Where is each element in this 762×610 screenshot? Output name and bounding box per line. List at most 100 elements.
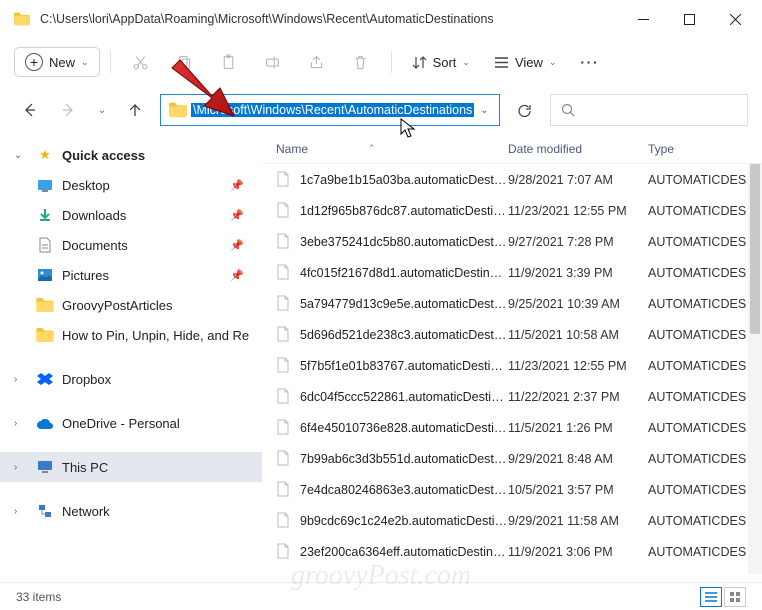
table-row[interactable]: 1d12f965b876dc87.automaticDestinatio… 11… [262,195,762,226]
file-name: 7b99ab6c3d3b551d.automaticDestinatio… [300,452,508,466]
file-list: 1c7a9be1b15a03ba.automaticDestinatio… 9/… [262,164,762,567]
file-name: 5a794779d13c9e5e.automaticDestinatio… [300,297,508,311]
file-name: 1d12f965b876dc87.automaticDestinatio… [300,204,508,218]
network-icon [36,502,54,520]
pin-icon: 📌 [230,209,244,222]
chevron-down-icon: ⌄ [81,57,89,68]
table-row[interactable]: 7e4dca80246863e3.automaticDestinatio… 10… [262,474,762,505]
sort-ascending-icon: ⌃ [368,143,376,154]
sidebar-item[interactable]: Downloads 📌 [0,200,262,230]
sort-icon [412,55,427,70]
file-date: 11/5/2021 1:26 PM [508,421,648,435]
sidebar-quick-access[interactable]: ⌄ ★ Quick access [0,140,262,170]
sidebar-item[interactable]: Pictures 📌 [0,260,262,290]
file-icon [276,295,292,313]
sidebar-item[interactable]: GroovyPostArticles [0,290,262,320]
star-icon: ★ [36,146,54,164]
status-bar: 33 items [0,582,762,610]
plus-icon: + [25,53,43,71]
chevron-down-icon: ⌄ [549,57,557,68]
view-button[interactable]: View ⌄ [484,49,567,76]
file-date: 9/29/2021 11:58 AM [508,514,648,528]
scrollbar-thumb[interactable] [750,164,760,334]
minimize-button[interactable] [620,3,666,35]
sidebar-item[interactable]: Documents 📌 [0,230,262,260]
item-icon [36,176,54,194]
sort-button[interactable]: Sort ⌄ [402,49,480,76]
item-icon [36,206,54,224]
address-dropdown[interactable]: ⌄ [474,105,494,116]
file-date: 9/25/2021 10:39 AM [508,297,648,311]
sidebar-label: Network [62,504,110,519]
file-type: AUTOMATICDES [648,390,762,404]
file-date: 11/5/2021 10:58 AM [508,328,648,342]
sidebar-item[interactable]: How to Pin, Unpin, Hide, and Re [0,320,262,350]
details-view-button[interactable] [700,587,722,607]
column-name[interactable]: Name ⌃ [262,142,508,156]
file-date: 11/23/2021 12:55 PM [508,204,648,218]
sidebar-item-label: Documents [62,238,128,253]
forward-button[interactable] [54,95,84,125]
file-type: AUTOMATICDES [648,545,762,559]
file-name: 7e4dca80246863e3.automaticDestinatio… [300,483,508,497]
file-icon [276,202,292,220]
refresh-button[interactable] [510,95,540,125]
file-name: 6dc04f5ccc522861.automaticDestinatio… [300,390,508,404]
table-row[interactable]: 3ebe375241dc5b80.automaticDestinatio… 9/… [262,226,762,257]
search-input[interactable] [550,94,748,126]
cloud-icon [36,414,54,432]
delete-button[interactable] [341,44,381,80]
file-type: AUTOMATICDES [648,297,762,311]
file-icon [276,481,292,499]
scrollbar[interactable] [748,164,762,574]
table-row[interactable]: 5f7b5f1e01b83767.automaticDestination… 1… [262,350,762,381]
cut-button[interactable] [121,44,161,80]
sidebar-item[interactable]: Desktop 📌 [0,170,262,200]
up-button[interactable] [120,95,150,125]
file-type: AUTOMATICDES [648,328,762,342]
file-icon [276,233,292,251]
sidebar-label: This PC [62,460,108,475]
back-button[interactable] [14,95,44,125]
folder-icon [14,12,30,26]
table-row[interactable]: 1c7a9be1b15a03ba.automaticDestinatio… 9/… [262,164,762,195]
sidebar: ⌄ ★ Quick access Desktop 📌 Downloads 📌 D… [0,134,262,574]
sidebar-onedrive[interactable]: › OneDrive - Personal [0,408,262,438]
share-button[interactable] [297,44,337,80]
column-type[interactable]: Type [648,142,762,156]
nav-row: ⌄ \Microsoft\Windows\Recent\AutomaticDes… [0,86,762,134]
more-button[interactable]: ··· [570,55,609,70]
copy-button[interactable] [165,44,205,80]
recent-dropdown[interactable]: ⌄ [94,95,110,125]
file-type: AUTOMATICDES [648,359,762,373]
new-button[interactable]: + New ⌄ [14,47,100,77]
sidebar-item-label: Pictures [62,268,109,283]
table-row[interactable]: 4fc015f2167d8d1.automaticDestinations-… … [262,257,762,288]
rename-button[interactable] [253,44,293,80]
table-row[interactable]: 5d696d521de238c3.automaticDestinatio… 11… [262,319,762,350]
file-date: 10/5/2021 3:57 PM [508,483,648,497]
maximize-button[interactable] [666,3,712,35]
table-row[interactable]: 6dc04f5ccc522861.automaticDestinatio… 11… [262,381,762,412]
table-row[interactable]: 23ef200ca6364eff.automaticDestinations-…… [262,536,762,567]
file-name: 23ef200ca6364eff.automaticDestinations-… [300,545,508,559]
table-row[interactable]: 9b9cdc69c1c24e2b.automaticDestinatio… 9/… [262,505,762,536]
sidebar-network[interactable]: › Network [0,496,262,526]
address-bar[interactable]: \Microsoft\Windows\Recent\AutomaticDesti… [160,94,500,126]
table-row[interactable]: 5a794779d13c9e5e.automaticDestinatio… 9/… [262,288,762,319]
window-title: C:\Users\lori\AppData\Roaming\Microsoft\… [40,12,620,26]
table-row[interactable]: 6f4e45010736e828.automaticDestinatio… 11… [262,412,762,443]
file-name: 9b9cdc69c1c24e2b.automaticDestinatio… [300,514,508,528]
chevron-down-icon: ⌄ [14,150,28,161]
column-date[interactable]: Date modified [508,142,648,156]
sidebar-this-pc[interactable]: › This PC [0,452,262,482]
file-date: 9/28/2021 7:07 AM [508,173,648,187]
new-label: New [49,55,75,70]
file-icon [276,171,292,189]
table-row[interactable]: 7b99ab6c3d3b551d.automaticDestinatio… 9/… [262,443,762,474]
sidebar-dropbox[interactable]: › Dropbox [0,364,262,394]
thumbnails-view-button[interactable] [724,587,746,607]
close-button[interactable] [712,3,758,35]
view-icon [494,55,509,70]
paste-button[interactable] [209,44,249,80]
